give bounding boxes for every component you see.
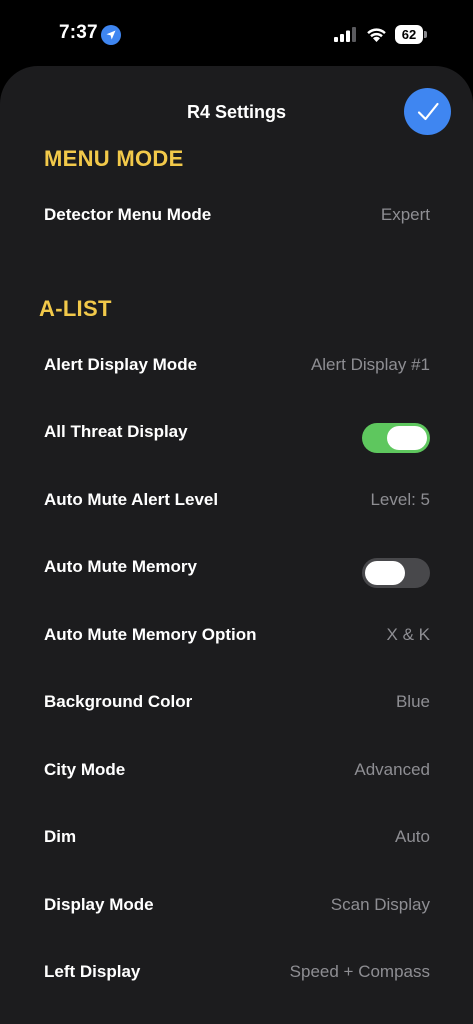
row-label: Auto Mute Memory Option xyxy=(44,625,257,644)
section-header-menu-mode: MENU MODE xyxy=(44,146,184,171)
row-value: Alert Display #1 xyxy=(310,355,430,374)
cellular-signal-icon xyxy=(334,27,356,42)
checkmark-icon xyxy=(417,102,439,120)
row-value: Auto xyxy=(395,827,430,846)
row-label: Alert Display Mode xyxy=(44,355,198,374)
row-left-display[interactable]: Left Display Speed + Compass xyxy=(44,957,430,987)
row-label: Left Display xyxy=(44,962,141,981)
row-display-mode[interactable]: Display Mode Scan Display xyxy=(44,890,430,920)
toggle-knob xyxy=(365,561,405,585)
row-label: All Threat Display xyxy=(44,422,188,441)
location-arrow-icon xyxy=(101,25,121,45)
auto-mute-memory-toggle[interactable] xyxy=(362,558,430,588)
row-value: Blue xyxy=(395,692,430,711)
sheet-title: R4 Settings xyxy=(186,102,287,122)
row-value: Expert xyxy=(380,205,430,224)
row-label: Background Color xyxy=(44,692,193,711)
row-label: Dim xyxy=(44,827,77,846)
row-dim[interactable]: Dim Auto xyxy=(44,822,430,852)
row-auto-mute-memory: Auto Mute Memory xyxy=(44,552,430,588)
row-label: Auto Mute Alert Level xyxy=(44,490,219,509)
row-label: Detector Menu Mode xyxy=(44,205,212,224)
wifi-icon xyxy=(367,28,386,42)
row-value: Scan Display xyxy=(330,895,430,914)
section-header-a-list: A-LIST xyxy=(39,296,112,321)
screen: 7:37 62 R4 Settings MENU MODE Detector M… xyxy=(0,0,473,1024)
row-auto-mute-alert-level[interactable]: Auto Mute Alert Level Level: 5 xyxy=(44,485,430,515)
row-label: City Mode xyxy=(44,760,126,779)
battery-tip xyxy=(424,31,427,38)
toggle-knob xyxy=(387,426,427,450)
row-all-threat-display: All Threat Display xyxy=(44,417,430,453)
row-value: Speed + Compass xyxy=(289,962,430,981)
row-city-mode[interactable]: City Mode Advanced xyxy=(44,755,430,785)
battery-indicator: 62 xyxy=(395,25,423,44)
status-time: 7:37 xyxy=(59,22,98,43)
row-value: Level: 5 xyxy=(370,490,430,509)
row-detector-menu-mode[interactable]: Detector Menu Mode Expert xyxy=(44,200,430,230)
row-background-color[interactable]: Background Color Blue xyxy=(44,687,430,717)
settings-sheet: R4 Settings MENU MODE Detector Menu Mode… xyxy=(0,66,473,1024)
status-bar: 7:37 62 xyxy=(0,0,473,66)
row-auto-mute-memory-option[interactable]: Auto Mute Memory Option X & K xyxy=(44,620,430,650)
row-alert-display-mode[interactable]: Alert Display Mode Alert Display #1 xyxy=(44,350,430,380)
row-label: Auto Mute Memory xyxy=(44,557,197,576)
row-value: Advanced xyxy=(354,760,430,779)
done-button[interactable] xyxy=(404,88,451,135)
all-threat-display-toggle[interactable] xyxy=(362,423,430,453)
row-label: Display Mode xyxy=(44,895,154,914)
row-value: X & K xyxy=(386,625,430,644)
